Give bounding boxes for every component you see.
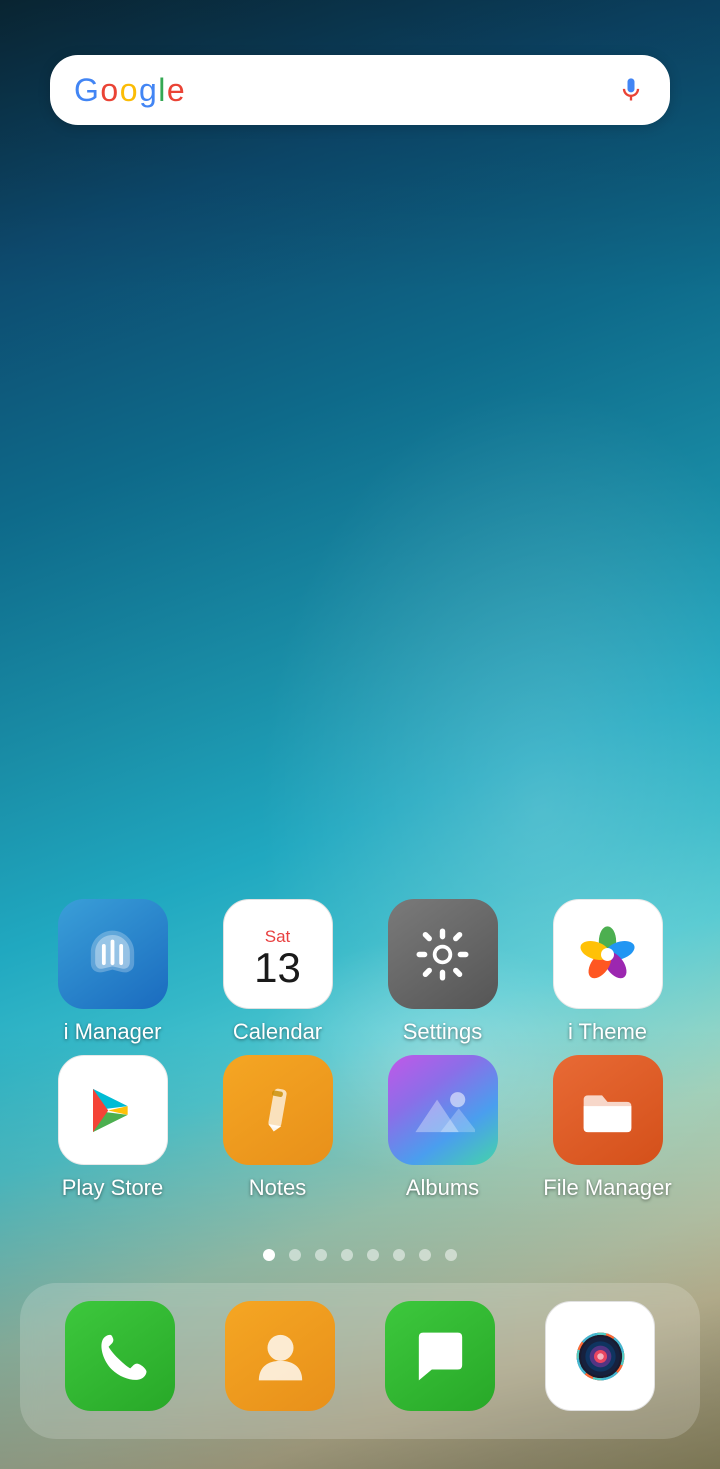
google-logo: Google xyxy=(74,72,184,109)
imanager-label: i Manager xyxy=(64,1019,162,1045)
google-o1: o xyxy=(100,72,117,109)
app-item-notes[interactable]: Notes xyxy=(205,1055,350,1201)
google-l: l xyxy=(158,72,165,109)
dock-item-messages[interactable]: Messages xyxy=(380,1301,500,1421)
google-o2: o xyxy=(120,72,137,109)
home-screen: Google i Mana xyxy=(0,0,720,1469)
page-dot-5[interactable] xyxy=(393,1249,405,1261)
filemanager-label: File Manager xyxy=(543,1175,671,1201)
settings-label: Settings xyxy=(403,1019,483,1045)
google-g2: g xyxy=(139,72,156,109)
page-dot-2[interactable] xyxy=(315,1249,327,1261)
page-dot-3[interactable] xyxy=(341,1249,353,1261)
app-item-settings[interactable]: Settings xyxy=(370,899,515,1045)
search-bar-container: Google xyxy=(0,0,720,145)
calendar-date: Sat 13 xyxy=(254,919,301,989)
notes-label: Notes xyxy=(249,1175,306,1201)
playstore-icon xyxy=(58,1055,168,1165)
playstore-label: Play Store xyxy=(62,1175,164,1201)
messages-icon xyxy=(385,1301,495,1411)
itheme-label: i Theme xyxy=(568,1019,647,1045)
imanager-icon xyxy=(58,899,168,1009)
page-indicators xyxy=(0,1231,720,1283)
contacts-icon xyxy=(225,1301,335,1411)
calendar-icon: Sat 13 xyxy=(223,899,333,1009)
app-row-1: i Manager Sat 13 Calendar xyxy=(30,899,690,1045)
app-item-itheme[interactable]: i Theme xyxy=(535,899,680,1045)
dock-item-phone[interactable]: Phone xyxy=(60,1301,180,1421)
calendar-label: Calendar xyxy=(233,1019,322,1045)
app-grid: i Manager Sat 13 Calendar xyxy=(0,899,720,1231)
dock-item-camera[interactable]: Camera xyxy=(540,1301,660,1421)
page-dot-4[interactable] xyxy=(367,1249,379,1261)
itheme-icon xyxy=(553,899,663,1009)
app-item-albums[interactable]: Albums xyxy=(370,1055,515,1201)
page-dot-1[interactable] xyxy=(289,1249,301,1261)
google-g: G xyxy=(74,72,98,109)
google-e: e xyxy=(167,72,184,109)
app-item-imanager[interactable]: i Manager xyxy=(40,899,185,1045)
app-row-2: Play Store Notes xyxy=(30,1055,690,1201)
calendar-num: 13 xyxy=(254,947,301,989)
page-dot-6[interactable] xyxy=(419,1249,431,1261)
wallpaper-space xyxy=(0,145,720,899)
app-item-playstore[interactable]: Play Store xyxy=(40,1055,185,1201)
page-dot-0[interactable] xyxy=(263,1249,275,1261)
app-item-filemanager[interactable]: File Manager xyxy=(535,1055,680,1201)
albums-label: Albums xyxy=(406,1175,479,1201)
app-item-calendar[interactable]: Sat 13 Calendar xyxy=(205,899,350,1045)
albums-icon xyxy=(388,1055,498,1165)
dock: Phone Contacts Messages xyxy=(20,1283,700,1439)
page-dot-7[interactable] xyxy=(445,1249,457,1261)
microphone-icon[interactable] xyxy=(616,75,646,105)
filemanager-icon xyxy=(553,1055,663,1165)
notes-icon xyxy=(223,1055,333,1165)
google-search-bar[interactable]: Google xyxy=(50,55,670,125)
dock-item-contacts[interactable]: Contacts xyxy=(220,1301,340,1421)
settings-icon xyxy=(388,899,498,1009)
phone-icon xyxy=(65,1301,175,1411)
camera-icon xyxy=(545,1301,655,1411)
